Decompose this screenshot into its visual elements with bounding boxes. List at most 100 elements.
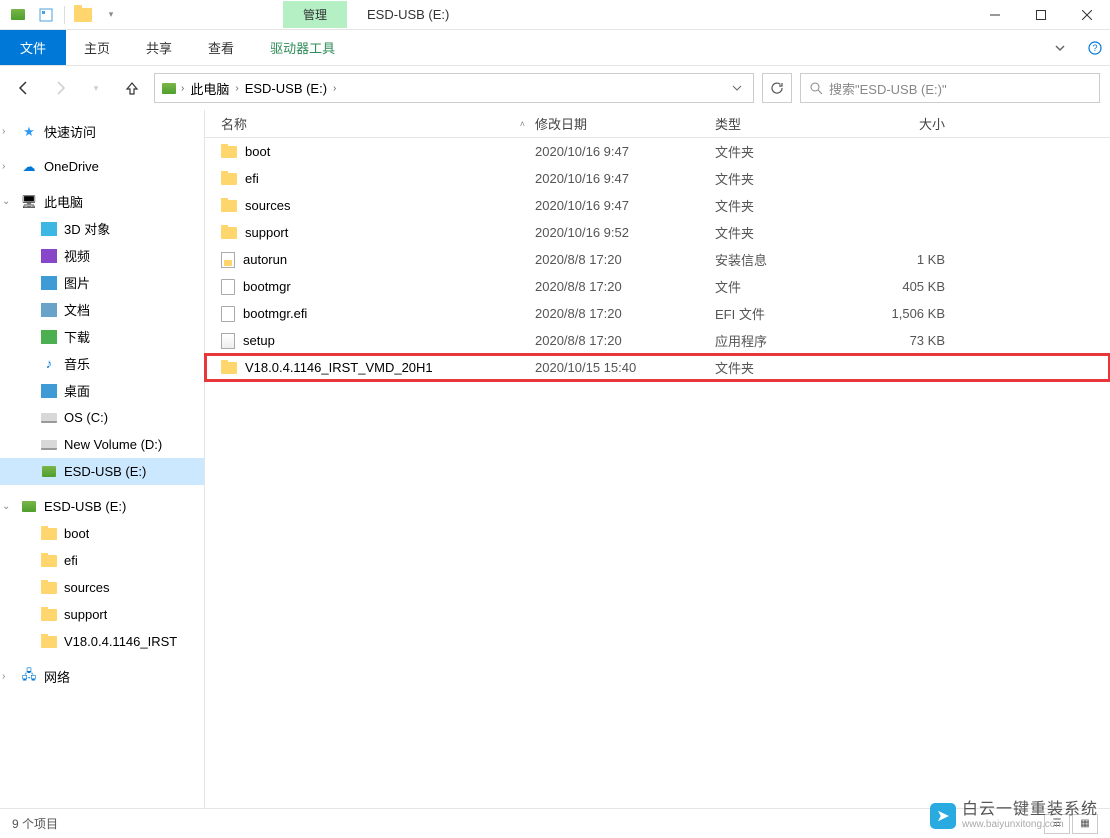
- sidebar-network[interactable]: › 🖧 网络: [0, 663, 204, 690]
- sidebar-item[interactable]: 3D 对象: [0, 215, 204, 242]
- help-icon[interactable]: ?: [1080, 30, 1110, 65]
- file-type: 应用程序: [715, 331, 865, 350]
- watermark: ➤ 白云一键重装系统 www.baiyunxitong.com: [930, 801, 1098, 830]
- sidebar-item[interactable]: ESD-USB (E:): [0, 458, 204, 485]
- watermark-logo-icon: ➤: [930, 803, 956, 829]
- star-icon: ★: [20, 124, 38, 140]
- sidebar-item[interactable]: 文档: [0, 296, 204, 323]
- column-size[interactable]: 大小: [865, 114, 965, 133]
- forward-button[interactable]: [46, 74, 74, 102]
- 3d-icon: [40, 221, 58, 237]
- music-icon: ♪: [40, 356, 58, 372]
- separator: [64, 6, 65, 24]
- file-row[interactable]: V18.0.4.1146_IRST_VMD_20H12020/10/15 15:…: [205, 354, 1110, 381]
- qat-properties-icon[interactable]: [34, 3, 58, 27]
- chevron-right-icon[interactable]: ›: [2, 126, 14, 137]
- sidebar-item[interactable]: New Volume (D:): [0, 431, 204, 458]
- ribbon-collapse-icon[interactable]: [1040, 30, 1080, 65]
- sidebar-item[interactable]: sources: [0, 574, 204, 601]
- chevron-right-icon[interactable]: ›: [235, 83, 238, 94]
- search-icon: [809, 81, 823, 95]
- file-row[interactable]: setup2020/8/8 17:20应用程序73 KB: [205, 327, 1110, 354]
- sidebar-item[interactable]: 桌面: [0, 377, 204, 404]
- refresh-button[interactable]: [762, 73, 792, 103]
- search-input[interactable]: 搜索"ESD-USB (E:)": [800, 73, 1100, 103]
- sidebar-item[interactable]: support: [0, 601, 204, 628]
- file-icon: [221, 279, 235, 295]
- navigation-bar: ▾ › 此电脑 › ESD-USB (E:) › 搜索"ESD-USB (E:)…: [0, 66, 1110, 110]
- file-row[interactable]: autorun2020/8/8 17:20安装信息1 KB: [205, 246, 1110, 273]
- sidebar-item[interactable]: V18.0.4.1146_IRST: [0, 628, 204, 655]
- maximize-button[interactable]: [1018, 0, 1064, 30]
- drive-icon: [40, 437, 58, 453]
- sidebar-item[interactable]: 视频: [0, 242, 204, 269]
- file-date: 2020/8/8 17:20: [535, 333, 715, 348]
- recent-dropdown-icon[interactable]: ▾: [82, 74, 110, 102]
- title-bar: ▾ 管理 ESD-USB (E:): [0, 0, 1110, 30]
- chevron-right-icon[interactable]: ›: [2, 161, 14, 172]
- minimize-button[interactable]: [972, 0, 1018, 30]
- file-name: sources: [245, 198, 291, 213]
- file-date: 2020/10/16 9:47: [535, 171, 715, 186]
- sidebar-quick-access[interactable]: › ★ 快速访问: [0, 118, 204, 145]
- sidebar-item[interactable]: 图片: [0, 269, 204, 296]
- file-row[interactable]: bootmgr.efi2020/8/8 17:20EFI 文件1,506 KB: [205, 300, 1110, 327]
- chevron-down-icon[interactable]: ⌄: [2, 196, 14, 207]
- app-icon[interactable]: [6, 3, 30, 27]
- file-name: setup: [243, 333, 275, 348]
- column-type[interactable]: 类型: [715, 114, 865, 133]
- folder-icon: [40, 634, 58, 650]
- sidebar-item[interactable]: boot: [0, 520, 204, 547]
- tab-share[interactable]: 共享: [128, 30, 190, 65]
- tab-view[interactable]: 查看: [190, 30, 252, 65]
- breadcrumb-current[interactable]: ESD-USB (E:): [241, 81, 331, 96]
- drive-icon: [40, 410, 58, 426]
- inf-icon: [221, 252, 235, 268]
- tab-home[interactable]: 主页: [66, 30, 128, 65]
- usb-icon: [40, 464, 58, 480]
- ribbon-tabs: 文件 主页 共享 查看 驱动器工具 ?: [0, 30, 1110, 66]
- sidebar-usb-root[interactable]: ⌄ ESD-USB (E:): [0, 493, 204, 520]
- sidebar-item[interactable]: efi: [0, 547, 204, 574]
- column-name[interactable]: 名称˄: [205, 114, 535, 133]
- file-row[interactable]: support2020/10/16 9:52文件夹: [205, 219, 1110, 246]
- chevron-down-icon[interactable]: ⌄: [2, 501, 14, 512]
- tab-file[interactable]: 文件: [0, 30, 66, 65]
- sidebar-this-pc[interactable]: ⌄ 🖥 此电脑: [0, 188, 204, 215]
- back-button[interactable]: [10, 74, 38, 102]
- file-row[interactable]: bootmgr2020/8/8 17:20文件405 KB: [205, 273, 1110, 300]
- sidebar-item-label: ESD-USB (E:): [64, 464, 146, 479]
- folder-icon: [40, 607, 58, 623]
- file-name: bootmgr.efi: [243, 306, 307, 321]
- watermark-url: www.baiyunxitong.com: [962, 819, 1098, 830]
- sidebar-item[interactable]: OS (C:): [0, 404, 204, 431]
- folder-icon: [221, 200, 237, 212]
- address-bar[interactable]: › 此电脑 › ESD-USB (E:) ›: [154, 73, 754, 103]
- window-title: ESD-USB (E:): [367, 7, 449, 22]
- usb-icon: [20, 499, 38, 515]
- file-row[interactable]: sources2020/10/16 9:47文件夹: [205, 192, 1110, 219]
- up-button[interactable]: [118, 74, 146, 102]
- qat-new-folder-icon[interactable]: [71, 3, 95, 27]
- file-name: V18.0.4.1146_IRST_VMD_20H1: [245, 360, 433, 375]
- desk-icon: [40, 383, 58, 399]
- column-date[interactable]: 修改日期: [535, 114, 715, 133]
- chevron-right-icon[interactable]: ›: [333, 83, 336, 94]
- file-row[interactable]: efi2020/10/16 9:47文件夹: [205, 165, 1110, 192]
- file-type: 文件夹: [715, 223, 865, 242]
- chevron-right-icon[interactable]: ›: [181, 83, 184, 94]
- sidebar-item[interactable]: ♪音乐: [0, 350, 204, 377]
- tab-drive-tools[interactable]: 驱动器工具: [252, 30, 353, 65]
- file-name: support: [245, 225, 288, 240]
- breadcrumb-this-pc[interactable]: 此电脑: [186, 79, 233, 98]
- close-button[interactable]: [1064, 0, 1110, 30]
- contextual-tab-manage[interactable]: 管理: [283, 1, 347, 28]
- navigation-pane: › ★ 快速访问 › ☁ OneDrive ⌄ 🖥 此电脑 3D 对象视频图片文…: [0, 110, 205, 808]
- address-dropdown-icon[interactable]: [725, 81, 749, 96]
- chevron-right-icon[interactable]: ›: [2, 671, 14, 682]
- sidebar-item[interactable]: 下载: [0, 323, 204, 350]
- qat-dropdown-icon[interactable]: ▾: [99, 3, 123, 27]
- sidebar-onedrive[interactable]: › ☁ OneDrive: [0, 153, 204, 180]
- folder-icon: [40, 553, 58, 569]
- file-row[interactable]: boot2020/10/16 9:47文件夹: [205, 138, 1110, 165]
